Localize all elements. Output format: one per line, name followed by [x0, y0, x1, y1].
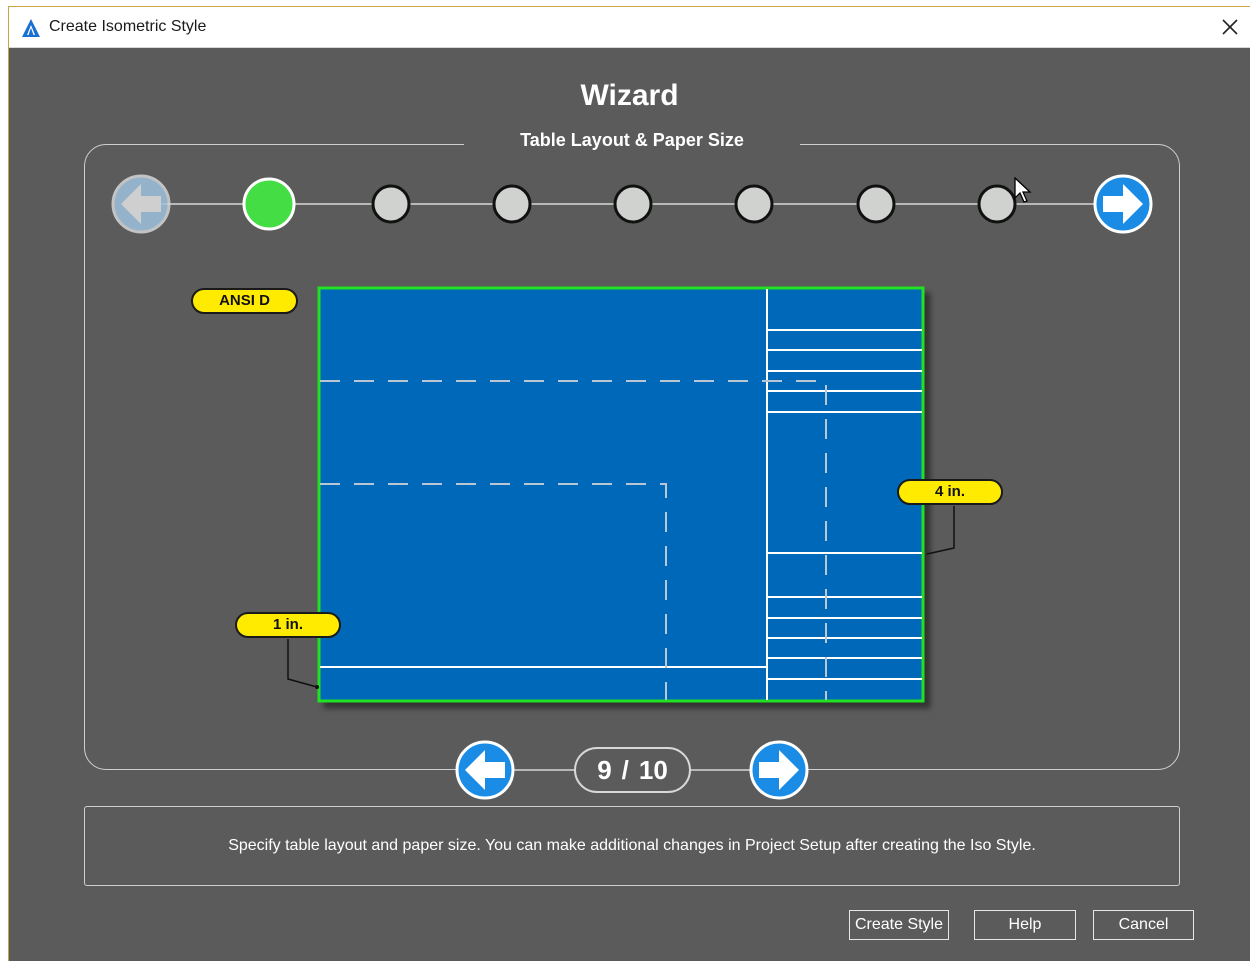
description-text: Specify table layout and paper size. You…	[228, 837, 1036, 854]
help-button[interactable]: Help	[974, 910, 1076, 940]
pager	[455, 740, 809, 800]
next-page-button[interactable]	[749, 740, 809, 800]
page-counter: 9 / 10	[574, 747, 691, 793]
mouse-cursor-icon	[1014, 177, 1032, 203]
create-style-button[interactable]: Create Style	[849, 910, 949, 940]
prev-page-button[interactable]	[455, 740, 515, 800]
page-separator: /	[621, 755, 629, 785]
page-total: 10	[638, 755, 668, 785]
page-current: 9	[597, 755, 612, 785]
cancel-button[interactable]: Cancel	[1093, 910, 1194, 940]
dialog-window: Create Isometric Style Wizard Table Layo…	[8, 6, 1250, 961]
description-box: Specify table layout and paper size. You…	[84, 806, 1180, 886]
